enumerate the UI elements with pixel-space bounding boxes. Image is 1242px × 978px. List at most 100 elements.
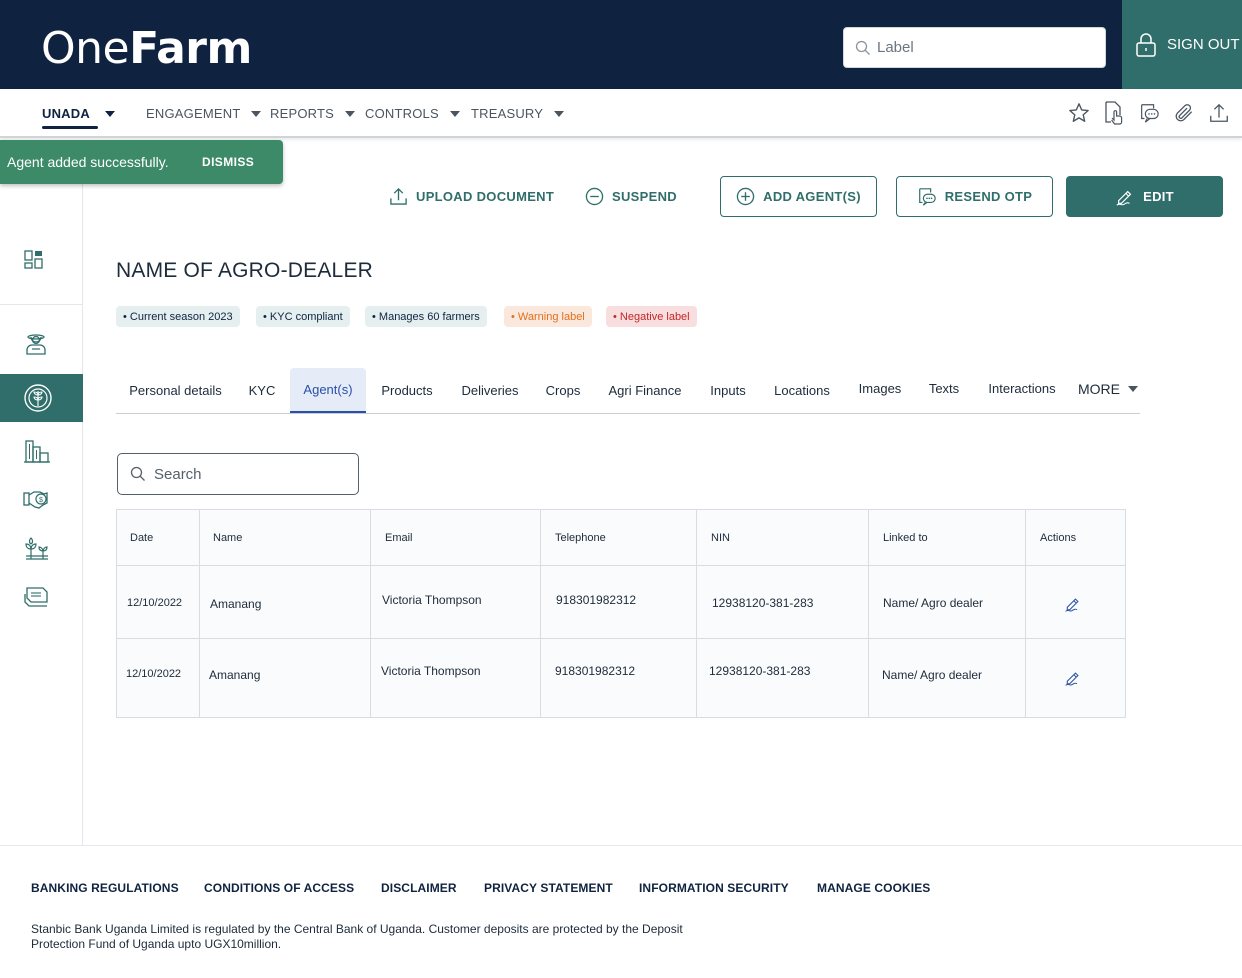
sidebar-divider bbox=[0, 304, 83, 305]
cell-date: 12/10/2022 bbox=[127, 597, 183, 609]
chip-current-season: • Current season 2023 bbox=[116, 306, 240, 327]
plants-icon bbox=[25, 537, 48, 560]
nav-item-unada[interactable]: UNADA bbox=[42, 106, 115, 121]
footer: BANKING REGULATIONS CONDITIONS OF ACCESS… bbox=[0, 845, 1242, 978]
tab-inputs[interactable]: Inputs bbox=[702, 368, 754, 413]
col-header-linked-to: Linked to bbox=[883, 532, 928, 544]
caret-down-icon bbox=[251, 110, 262, 117]
toast-dismiss-button[interactable]: DISMISS bbox=[202, 155, 254, 169]
edit-label: EDIT bbox=[1143, 189, 1174, 204]
tab-agri-finance[interactable]: Agri Finance bbox=[602, 368, 688, 413]
upload-document-button[interactable]: UPLOAD DOCUMENT bbox=[389, 187, 554, 206]
resend-otp-button[interactable]: RESEND OTP bbox=[896, 176, 1053, 217]
table-column-divider bbox=[696, 510, 697, 717]
col-header-name: Name bbox=[213, 532, 243, 544]
footer-link-conditions-of-access[interactable]: CONDITIONS OF ACCESS bbox=[204, 881, 354, 895]
footer-link-disclaimer[interactable]: DISCLAIMER bbox=[381, 881, 457, 895]
cell-email: Victoria Thompson bbox=[381, 664, 481, 678]
cell-linked-to: Name/ Agro dealer bbox=[883, 596, 984, 610]
nav-item-reports[interactable]: REPORTS bbox=[270, 106, 356, 121]
tab-more[interactable]: MORE bbox=[1076, 366, 1140, 411]
farmer-icon bbox=[26, 334, 46, 355]
row-edit-icon[interactable] bbox=[1064, 595, 1082, 613]
chat-icon[interactable] bbox=[1138, 100, 1160, 126]
nav-item-controls[interactable]: CONTROLS bbox=[365, 106, 460, 121]
sidebar-item-farmers[interactable] bbox=[0, 319, 83, 367]
label-search-input[interactable] bbox=[877, 39, 1087, 56]
document-touch-icon[interactable] bbox=[1103, 100, 1125, 126]
chip-warning: • Warning label bbox=[504, 306, 592, 327]
suspend-label: SUSPEND bbox=[612, 189, 677, 204]
caret-down-icon bbox=[554, 110, 565, 117]
cell-name: Amanang bbox=[209, 668, 261, 682]
sidebar-item-buildings[interactable] bbox=[0, 427, 83, 475]
suspend-button[interactable]: SUSPEND bbox=[585, 187, 677, 206]
nav-label: TREASURY bbox=[471, 106, 544, 121]
footer-link-information-security[interactable]: INFORMATION SECURITY bbox=[639, 881, 789, 895]
main-nav: UNADA ENGAGEMENT REPORTS CONTROLS TREASU… bbox=[0, 89, 1242, 138]
tab-products[interactable]: Products bbox=[374, 368, 440, 413]
cell-linked-to: Name/ Agro dealer bbox=[882, 668, 983, 682]
logo: OneFarm bbox=[41, 24, 252, 74]
upload-icon[interactable] bbox=[1208, 100, 1230, 126]
table-search-box[interactable] bbox=[117, 453, 359, 495]
chip-manages-farmers: • Manages 60 farmers bbox=[365, 306, 487, 327]
tab-images[interactable]: Images bbox=[852, 366, 908, 411]
sidebar-item-finance[interactable]: $ bbox=[0, 475, 83, 523]
cell-email: Victoria Thompson bbox=[382, 593, 482, 607]
footer-regulatory-note: Stanbic Bank Uganda Limited is regulated… bbox=[31, 922, 683, 951]
detail-tabs: Personal details KYC Agent(s) Products D… bbox=[116, 368, 1140, 414]
search-icon bbox=[130, 466, 145, 481]
sidebar-item-dashboard[interactable] bbox=[0, 236, 83, 284]
add-agents-button[interactable]: ADD AGENT(S) bbox=[720, 176, 877, 217]
cell-nin: 12938120-381-283 bbox=[712, 596, 814, 610]
caret-down-icon bbox=[104, 110, 115, 117]
plus-circle-icon bbox=[736, 187, 755, 206]
nav-item-engagement[interactable]: ENGAGEMENT bbox=[146, 106, 262, 121]
footer-link-privacy-statement[interactable]: PRIVACY STATEMENT bbox=[484, 881, 613, 895]
table-column-divider bbox=[1025, 510, 1026, 717]
resend-message-icon bbox=[918, 187, 936, 206]
agro-dealer-icon bbox=[24, 384, 52, 412]
tab-locations[interactable]: Locations bbox=[768, 368, 836, 413]
tab-crops[interactable]: Crops bbox=[540, 368, 586, 413]
tab-personal-details[interactable]: Personal details bbox=[118, 368, 233, 413]
nav-label: REPORTS bbox=[270, 106, 335, 121]
nav-tool-icons bbox=[1068, 100, 1230, 126]
add-agents-label: ADD AGENT(S) bbox=[763, 189, 861, 204]
col-header-email: Email bbox=[385, 532, 413, 544]
footer-link-banking-regulations[interactable]: BANKING REGULATIONS bbox=[31, 881, 179, 895]
caret-down-icon bbox=[449, 110, 460, 117]
caret-down-icon bbox=[1128, 385, 1138, 392]
cell-nin: 12938120-381-283 bbox=[709, 664, 811, 678]
logo-one: One bbox=[41, 23, 130, 74]
star-icon[interactable] bbox=[1068, 100, 1090, 126]
tab-deliveries[interactable]: Deliveries bbox=[454, 368, 526, 413]
table-column-divider bbox=[199, 510, 200, 717]
paperclip-icon[interactable] bbox=[1173, 100, 1195, 126]
cell-name: Amanang bbox=[210, 597, 262, 611]
top-bar: OneFarm SIGN OUT bbox=[0, 0, 1242, 89]
cell-telephone: 918301982312 bbox=[555, 664, 636, 678]
col-header-telephone: Telephone bbox=[555, 532, 606, 544]
sidebar-item-payments[interactable] bbox=[0, 573, 83, 621]
footer-link-manage-cookies[interactable]: MANAGE COOKIES bbox=[817, 881, 930, 895]
nav-label: ENGAGEMENT bbox=[146, 106, 241, 121]
row-edit-icon[interactable] bbox=[1064, 669, 1082, 687]
sign-out-button[interactable]: SIGN OUT bbox=[1122, 0, 1242, 89]
table-search-input[interactable] bbox=[154, 465, 344, 483]
tab-interactions[interactable]: Interactions bbox=[982, 366, 1062, 411]
tab-kyc[interactable]: KYC bbox=[243, 368, 281, 413]
pen-edit-icon bbox=[1116, 190, 1132, 206]
tab-texts[interactable]: Texts bbox=[922, 366, 966, 411]
nav-item-treasury[interactable]: TREASURY bbox=[471, 106, 565, 121]
chip-kyc-compliant: • KYC compliant bbox=[256, 306, 350, 327]
table-row: 12/10/2022 Amanang Victoria Thompson 918… bbox=[117, 566, 1125, 639]
sidebar-item-crops[interactable] bbox=[0, 524, 83, 572]
edit-button[interactable]: EDIT bbox=[1066, 176, 1223, 217]
agents-table: Date Name Email Telephone NIN Linked to … bbox=[116, 509, 1126, 718]
lock-icon bbox=[1136, 32, 1156, 57]
sidebar-item-agro-dealers[interactable] bbox=[0, 374, 83, 422]
label-search-box[interactable] bbox=[843, 27, 1106, 68]
tab-agents[interactable]: Agent(s) bbox=[290, 368, 366, 413]
